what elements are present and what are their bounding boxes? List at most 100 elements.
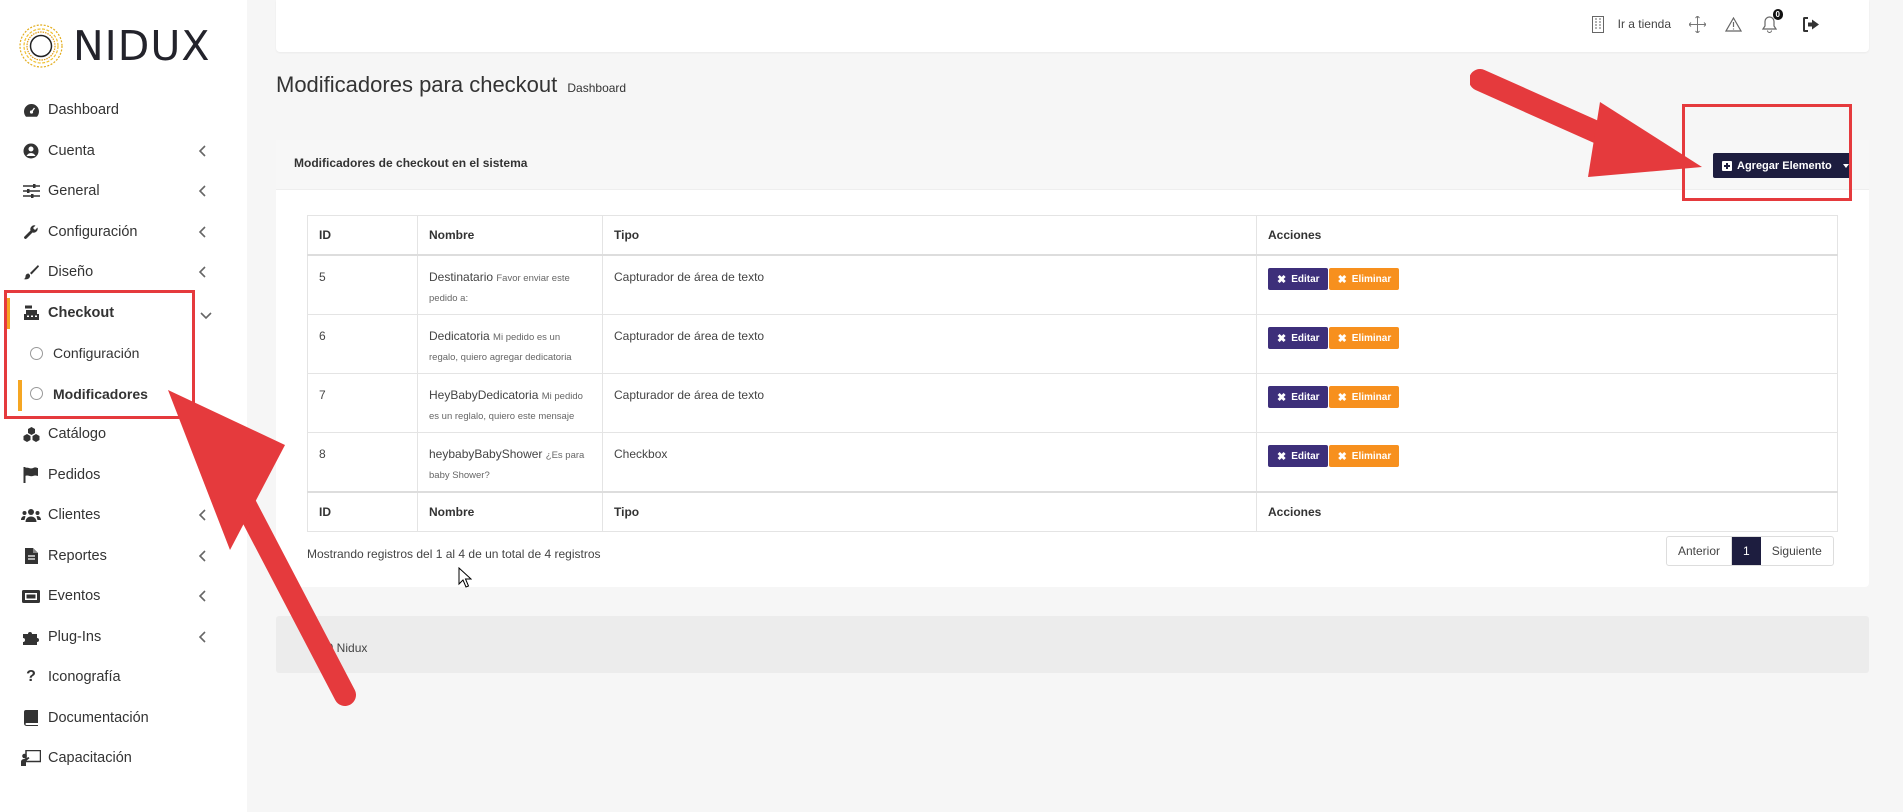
sidebar-item-capacitacion[interactable]: Capacitación: [0, 738, 247, 779]
caret-down-icon: [1842, 163, 1849, 168]
sidebar-item-eventos[interactable]: Eventos: [0, 576, 247, 617]
fullscreen-icon[interactable]: [1687, 14, 1707, 34]
warning-icon[interactable]: [1723, 14, 1743, 34]
delete-label: Eliminar: [1351, 273, 1392, 285]
sidebar-subitem-label: Modificadores: [53, 385, 148, 402]
notification-badge: 0: [1772, 9, 1783, 20]
chevron-left-icon: [198, 509, 206, 521]
times-icon: ✖: [1337, 450, 1347, 463]
edit-button[interactable]: ✖ Editar: [1268, 327, 1328, 349]
sidebar-item-reportes[interactable]: Reportes: [0, 536, 247, 577]
modifiers-table: ID Nombre Tipo Acciones 5 Destinatario F…: [307, 215, 1838, 532]
topbar-actions: Ir a tienda 0: [1588, 9, 1821, 34]
pagination-current[interactable]: 1: [1732, 537, 1761, 565]
footer-header-tipo: Tipo: [602, 491, 1257, 532]
sidebar-item-configuracion[interactable]: Configuración: [0, 212, 247, 253]
cell-id: 7: [307, 373, 418, 433]
cell-acciones: ✖ Editar ✖ Eliminar: [1256, 314, 1838, 374]
card-title: Modificadores de checkout en el sistema: [294, 156, 528, 170]
sidebar-item-label: Clientes: [48, 507, 101, 524]
delete-button[interactable]: ✖ Eliminar: [1328, 386, 1400, 408]
column-header-nombre[interactable]: Nombre: [417, 215, 603, 256]
sidebar-item-general[interactable]: General: [0, 171, 247, 212]
flag-icon: [20, 466, 42, 484]
ticket-icon: [20, 587, 42, 605]
chevron-left-icon: [198, 266, 206, 278]
brand-logo[interactable]: NIDUX: [17, 19, 210, 73]
delete-button[interactable]: ✖ Eliminar: [1328, 445, 1400, 467]
chalkboard-icon: [20, 749, 42, 767]
logout-icon[interactable]: [1801, 14, 1821, 34]
sidebar-item-plugins[interactable]: Plug-Ins: [0, 617, 247, 658]
bell-icon[interactable]: 0: [1759, 9, 1783, 34]
edit-button[interactable]: ✖ Editar: [1268, 268, 1328, 290]
building-icon[interactable]: [1588, 14, 1608, 34]
page-title-text: Modificadores para checkout: [276, 72, 558, 97]
cash-register-icon: [20, 304, 42, 322]
footer-header-acciones: Acciones: [1256, 491, 1838, 532]
cell-nombre: Destinatario Favor enviar este pedido a:: [417, 254, 603, 315]
delete-button[interactable]: ✖ Eliminar: [1328, 268, 1400, 290]
sidebar-item-checkout[interactable]: Checkout: [0, 293, 247, 334]
chevron-left-icon: [198, 185, 206, 197]
chevron-left-icon: [198, 144, 206, 157]
sidebar-item-label: Configuración: [48, 223, 138, 240]
sidebar-item-documentacion[interactable]: Documentación: [0, 698, 247, 739]
sidebar-item-dashboard[interactable]: Dashboard: [0, 90, 247, 131]
sidebar-subitem-modificadores[interactable]: Modificadores: [0, 374, 247, 415]
circle-icon: [30, 346, 43, 360]
sidebar-item-label: Checkout: [48, 304, 115, 321]
sidebar-item-label: Plug-Ins: [48, 628, 102, 645]
cell-tipo: Checkbox: [602, 432, 1257, 493]
edit-button[interactable]: ✖ Editar: [1268, 386, 1328, 408]
modifiers-card: Modificadores de checkout en el sistema …: [276, 140, 1869, 587]
edit-label: Editar: [1291, 332, 1320, 344]
sidebar-item-pedidos[interactable]: Pedidos: [0, 455, 247, 496]
sidebar-item-clientes[interactable]: Clientes: [0, 495, 247, 536]
nidux-logo-icon: [19, 24, 63, 68]
pagination-next[interactable]: Siguiente: [1761, 537, 1833, 565]
sidebar-item-iconografia[interactable]: ? Iconografía: [0, 657, 247, 698]
gauge-icon: [20, 101, 42, 119]
book-icon: [20, 709, 42, 727]
page-footer: 20 Nidux: [276, 616, 1869, 673]
times-icon: ✖: [1337, 332, 1347, 345]
modifier-name: HeyBabyDedicatoria: [429, 388, 539, 402]
chevron-down-icon: [200, 311, 212, 319]
sidebar-item-label: Reportes: [48, 547, 107, 564]
cell-nombre: heybabyBabyShower ¿Es para baby Shower?: [417, 432, 603, 493]
file-icon: [20, 547, 42, 565]
store-link[interactable]: Ir a tienda: [1618, 17, 1671, 31]
question-icon: ?: [26, 668, 36, 686]
sidebar-item-catalogo[interactable]: Catálogo: [0, 414, 247, 455]
sidebar-subitem-configuracion[interactable]: Configuración: [0, 333, 247, 374]
sidebar-subitem-label: Configuración: [53, 345, 140, 362]
table-header-row: ID Nombre Tipo Acciones: [307, 215, 1838, 256]
edit-button[interactable]: ✖ Editar: [1268, 445, 1328, 467]
puzzle-icon: [20, 628, 42, 646]
sidebar-item-label: General: [48, 183, 100, 200]
cell-tipo: Capturador de área de texto: [602, 314, 1257, 374]
pagination-prev[interactable]: Anterior: [1667, 537, 1733, 565]
table-info: Mostrando registros del 1 al 4 de un tot…: [307, 547, 601, 561]
sidebar-item-label: Capacitación: [48, 750, 132, 767]
sidebar-item-label: Diseño: [48, 264, 94, 281]
table-row: 7 HeyBabyDedicatoria Mi pedido es un reg…: [307, 373, 1838, 433]
breadcrumb[interactable]: Dashboard: [567, 81, 626, 95]
times-icon: ✖: [1277, 391, 1287, 404]
sidebar-item-cuenta[interactable]: Cuenta: [0, 131, 247, 172]
brand-name: NIDUX: [73, 22, 211, 70]
add-element-button[interactable]: Agregar Elemento: [1713, 153, 1852, 178]
plus-square-icon: [1722, 160, 1732, 171]
mouse-cursor-icon: [458, 567, 472, 588]
delete-button[interactable]: ✖ Eliminar: [1328, 327, 1400, 349]
column-header-tipo[interactable]: Tipo: [602, 215, 1257, 256]
page-title: Modificadores para checkout Dashboard: [276, 72, 626, 98]
sidebar-item-diseno[interactable]: Diseño: [0, 252, 247, 293]
delete-label: Eliminar: [1351, 391, 1392, 403]
add-element-label: Agregar Elemento: [1737, 159, 1832, 172]
modifier-name: heybabyBabyShower: [429, 447, 543, 461]
column-header-id[interactable]: ID: [307, 215, 418, 256]
cell-acciones: ✖ Editar ✖ Eliminar: [1256, 432, 1838, 493]
times-icon: ✖: [1277, 273, 1287, 286]
